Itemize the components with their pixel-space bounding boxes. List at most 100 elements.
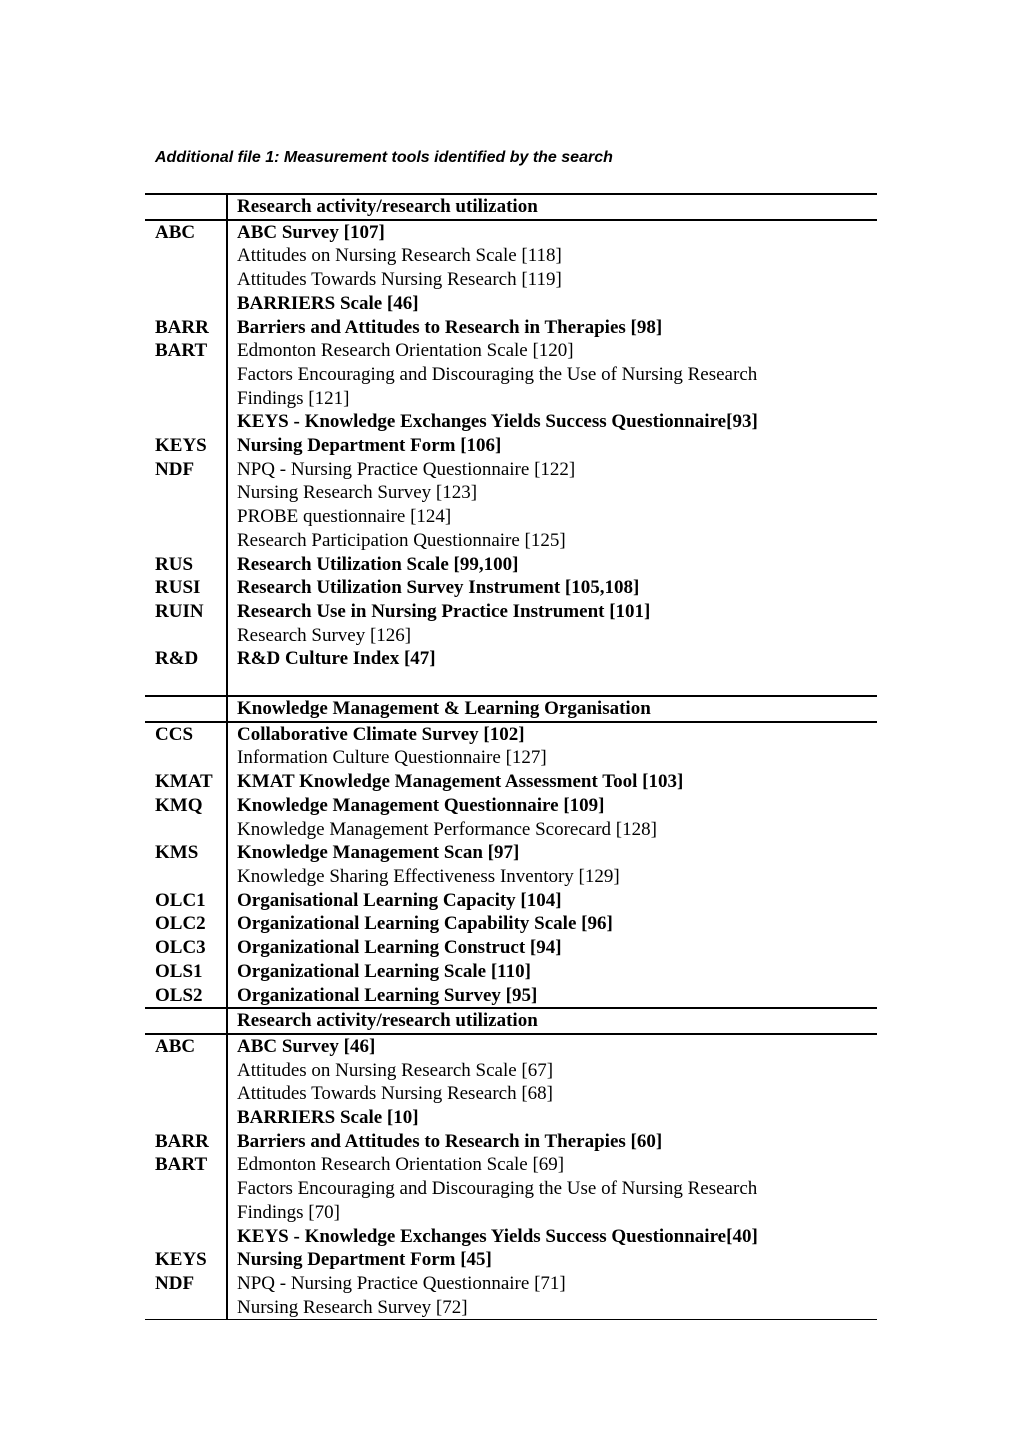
table-row: RUIN Research Use in Nursing Practice Ins… [145,599,877,624]
abbreviation-cell [145,1200,228,1225]
abbreviation-cell: KMAT [145,770,228,794]
table-row: BARRIERS Scale [46] [145,291,877,316]
abbreviation-cell: OLC1 [145,888,228,913]
abbreviation-cell: NDF [145,1271,228,1296]
tool-name-cell: Barriers and Attitudes to Research in Th… [237,1130,663,1152]
tool-name-cell: KEYS - Knowledge Exchanges Yields Succes… [237,1225,758,1247]
abbreviation-cell: ABC [145,1033,228,1059]
section-heading: Knowledge Management & Learning Organisa… [227,695,877,723]
abbreviation-cell [145,505,228,529]
abbreviation-cell: OLS1 [145,959,228,984]
tool-name-cell: Research Utilization Survey Instrument [… [237,577,640,599]
abbreviation-cell: RUSI [145,576,228,600]
table-row: OLC2 Organizational Learning Capability S… [145,912,877,937]
tool-name-cell: Organizational Learning Capability Scale… [237,913,613,935]
table-row: R&D R&D Culture Index [47] [145,647,877,672]
tool-name-cell: BARRIERS Scale [10] [237,1107,419,1129]
table-row: OLS2 Organizational Learning Survey [95] [145,983,877,1009]
table-row: Nursing Research Survey [123] [145,481,877,506]
table-row: KEYS - Knowledge Exchanges Yields Succes… [145,1224,877,1249]
section-header-abbr-cell [145,695,228,723]
document-title: Additional file 1: Measurement tools ide… [155,149,613,166]
tool-name-cell: Attitudes on Nursing Research Scale [118… [237,245,562,267]
section-header-row: Knowledge Management & Learning Organisa… [145,695,877,723]
tool-name-cell: Knowledge Management Questionnaire [109] [237,794,605,816]
table-row: Nursing Research Survey [72] [145,1295,877,1321]
tool-name-cell: Barriers and Attitudes to Research in Th… [237,316,663,338]
abbreviation-cell [145,1224,228,1249]
tool-name-cell: Organizational Learning Survey [95] [237,984,538,1006]
abbreviation-cell: KEYS [145,1248,228,1272]
tool-name-cell: Information Culture Questionnaire [127] [237,747,547,769]
table-row: OLC3 Organizational Learning Construct [9… [145,936,877,960]
tool-name-cell: Research Use in Nursing Practice Instrum… [237,600,651,622]
abbreviation-cell: BARR [145,1129,228,1154]
abbreviation-cell: OLC3 [145,936,228,960]
table-row: BART Edmonton Research Orientation Scale … [145,1153,877,1178]
abbreviation-cell [145,864,228,889]
abbreviation-cell: OLC2 [145,912,228,937]
tool-name-cell: Findings [121] [237,387,350,409]
table-row: NDF NPQ - Nursing Practice Questionnaire … [145,457,877,482]
table-row: KEYS Nursing Department Form [106] [145,434,877,458]
abbreviation-cell: BART [145,1153,228,1178]
table-row: CCS Collaborative Climate Survey [102] [145,721,877,747]
tool-name-cell: ABC Survey [107] [237,221,385,243]
table-row: KMAT KMAT Knowledge Management Assessment… [145,770,877,794]
tool-name-cell: NPQ - Nursing Practice Questionnaire [71… [237,1272,566,1294]
table-row: Attitudes Towards Nursing Research [119] [145,268,877,292]
table-row: Attitudes on Nursing Research Scale [67] [145,1058,877,1083]
table-row: Findings [121] [145,386,877,411]
table-row: Findings [70] [145,1200,877,1225]
table-row: Factors Encouraging and Discouraging the… [145,362,877,387]
table-row: KEYS - Knowledge Exchanges Yields Succes… [145,410,877,435]
tool-name-cell: KEYS - Knowledge Exchanges Yields Succes… [237,411,758,433]
abbreviation-cell: ABC [145,219,228,245]
abbreviation-cell: BARR [145,315,228,340]
spacer-cell [145,671,228,697]
table-row: KMS Knowledge Management Scan [97] [145,841,877,865]
tool-name-cell: Collaborative Climate Survey [102] [237,723,525,745]
table-row: OLS1 Organizational Learning Scale [110] [145,959,877,984]
table-row: Knowledge Management Performance Scoreca… [145,817,877,842]
abbreviation-cell: RUIN [145,599,228,624]
tool-name-cell: Nursing Research Survey [72] [227,1295,877,1321]
abbreviation-cell: RUS [145,552,228,577]
measurement-tools-table: Research activity/research utilization AB… [145,193,877,1321]
section-header-abbr-cell [145,193,228,221]
tool-name-cell: Research Participation Questionnaire [12… [237,529,566,551]
tool-name-cell: Attitudes on Nursing Research Scale [67] [237,1059,554,1081]
abbreviation-cell: OLS2 [145,983,228,1009]
abbreviation-cell [145,528,228,553]
abbreviation-cell [145,1177,228,1201]
tool-name-cell: ABC Survey [46] [237,1035,376,1057]
section-header-row: Research activity/research utilization [145,193,877,221]
abbreviation-cell [145,268,228,292]
tool-name-cell: Research Survey [126] [237,624,412,646]
abbreviation-cell: KMS [145,841,228,865]
table-row: Attitudes Towards Nursing Research [68] [145,1082,877,1107]
abbreviation-cell [145,623,228,648]
tool-name-cell: R&D Culture Index [47] [237,648,436,670]
section-heading: Research activity/research utilization [227,193,877,221]
tool-name-cell: Nursing Research Survey [123] [237,482,478,504]
tool-name-cell: BARRIERS Scale [46] [237,292,419,314]
table-row: Attitudes on Nursing Research Scale [118… [145,244,877,269]
section-heading: Research activity/research utilization [227,1007,877,1035]
table-row: KEYS Nursing Department Form [45] [145,1248,877,1272]
tool-name-cell: Edmonton Research Orientation Scale [120… [237,340,574,362]
abbreviation-cell [145,244,228,269]
tool-name-cell: Knowledge Sharing Effectiveness Inventor… [237,865,620,887]
table-row: ABC ABC Survey [46] [145,1033,877,1059]
table-body: Research activity/research utilization AB… [145,193,877,1321]
tool-name-cell: KMAT Knowledge Management Assessment Too… [237,771,684,793]
table-row: Research Participation Questionnaire [12… [145,528,877,553]
abbreviation-cell: KEYS [145,434,228,458]
table-row: NDF NPQ - Nursing Practice Questionnaire … [145,1271,877,1296]
section-header-row: Research activity/research utilization [145,1007,877,1035]
abbreviation-cell [145,746,228,771]
tool-name-cell: Organizational Learning Construct [94] [237,937,562,959]
tool-name-cell: PROBE questionnaire [124] [237,506,452,528]
table-row: Information Culture Questionnaire [127] [145,746,877,771]
table-row: RUS Research Utilization Scale [99,100] [145,552,877,577]
